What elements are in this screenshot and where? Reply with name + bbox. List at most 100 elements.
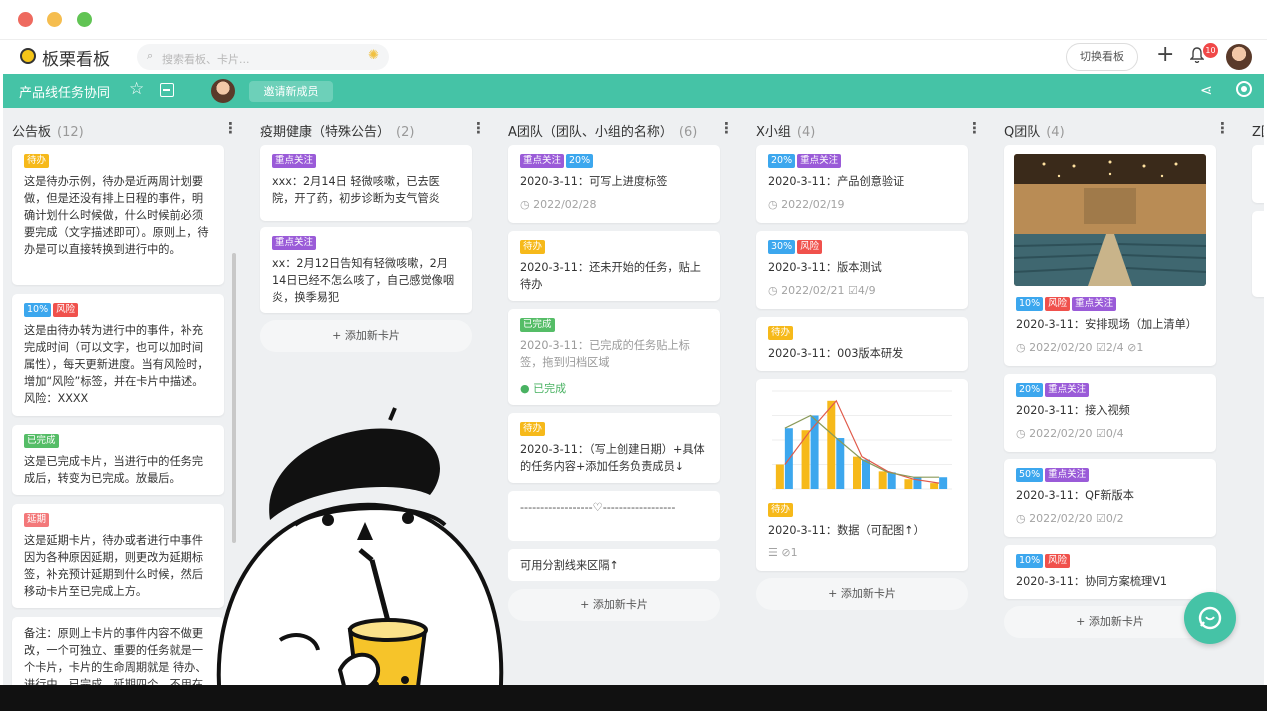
due-date: 2022/02/21 (781, 284, 845, 297)
clock-icon: ◷ (520, 198, 534, 211)
user-avatar[interactable] (1226, 44, 1252, 70)
invite-member-button[interactable]: 邀请新成员 (249, 81, 333, 102)
search-icon: ⌕ (147, 49, 154, 62)
add-card-button[interactable]: + 添加新卡片 (260, 320, 472, 352)
plus-icon[interactable]: + (1156, 42, 1174, 67)
chart-bar (775, 464, 784, 489)
notification-badge: 10 (1203, 43, 1218, 58)
card[interactable] (1252, 211, 1264, 297)
minimize-window-button[interactable] (47, 12, 62, 27)
card[interactable]: 20% 重点关注 2020-3-11：产品创意验证 ◷ 2022/02/19 (756, 145, 968, 223)
card[interactable]: 待办 2020-3-11：数据（可配图↑） ☰ ⊘1 (756, 379, 968, 571)
more-icon[interactable]: ⋮ (223, 119, 238, 137)
search-input[interactable]: ⌕ 搜索看板、卡片... ✺ (137, 44, 389, 70)
column-title[interactable]: X小组 (756, 125, 791, 140)
card-text: 2020-3-11：协同方案梳理V1 (1016, 575, 1167, 588)
clock-icon: ◷ (768, 284, 782, 297)
app-logo-icon (20, 48, 36, 64)
search-placeholder: 搜索看板、卡片... (162, 53, 250, 66)
card-text: 2020-3-11：安排现场（加上清单） (1016, 318, 1197, 331)
card-text: 2020-3-11：数据（可配图↑） (768, 524, 925, 537)
more-icon[interactable]: ⋮ (1215, 119, 1230, 137)
card[interactable]: 10% 风险 这是由待办转为进行中的事件，补充完成时间（可以文字，也可以加时间属性… (12, 294, 224, 416)
card[interactable]: 重点关注 20% 2020-3-11：可写上进度标签 ◷ 2022/02/28 (508, 145, 720, 223)
attachment-count: 1 (790, 546, 798, 559)
board-name[interactable]: 产品线任务协同 (19, 82, 110, 101)
bell-icon[interactable] (1190, 47, 1204, 63)
star-icon[interactable]: ☆ (129, 79, 144, 99)
maximize-window-button[interactable] (77, 12, 92, 27)
switch-board-button[interactable]: 切换看板 (1066, 43, 1138, 71)
due-date: 2022/02/28 (533, 198, 597, 211)
window-titlebar (0, 0, 1267, 40)
card-text: 这是已完成卡片，当进行中的任务完成后，转变为已完成。放最后。 (24, 455, 204, 485)
card[interactable]: 延期 这是延期卡片，待办或者进行中事件因为各种原因延期，则更改为延期标签，补充预… (12, 504, 224, 608)
card-text: xx：2月12日告知有轻微咳嗽，2月14日已经不怎么咳了，自己感觉像咽炎，换季易… (272, 257, 455, 304)
settings-icon[interactable] (1236, 81, 1252, 97)
close-window-button[interactable] (18, 12, 33, 27)
card[interactable]: 已完成 2020-3-11：已完成的任务贴上标签，拖到归档区域 ● 已完成 (508, 309, 720, 405)
add-card-button[interactable]: + 添加新卡片 (508, 589, 720, 621)
column-title[interactable]: Q团队 (1004, 125, 1040, 140)
card-text: 2020-3-11：产品创意验证 (768, 175, 905, 188)
card[interactable]: 10% 风险 重点关注 2020-3-11：安排现场（加上清单） ◷ 2022/02… (1004, 145, 1216, 366)
card[interactable] (1252, 145, 1264, 203)
tag: 重点关注 (1045, 383, 1090, 397)
check-icon: ● (520, 382, 534, 395)
more-icon[interactable]: ⋮ (719, 119, 734, 137)
chart-bar (862, 459, 870, 489)
note-icon[interactable] (160, 83, 174, 97)
share-icon[interactable]: ⋖ (1200, 81, 1213, 99)
app-title[interactable]: 板栗看板 (42, 45, 110, 70)
due-date: 2022/02/19 (781, 198, 845, 211)
card-text: 2020-3-11：（写上创建日期）+具体的任务内容+添加任务负责成员↓ (520, 443, 705, 473)
chat-button[interactable] (1184, 592, 1236, 644)
card-text: 备注：原则上卡片的事件内容不做更改，一个可独立、重要的任务就是一个卡片，卡片的生… (24, 627, 207, 685)
card[interactable]: 待办 这是待办示例，待办是近两周计划要做，但是还没有排上日程的事件，明确计划什么… (12, 145, 224, 285)
column-header: A团队（团队、小组的名称） (6) ⋮ (508, 119, 734, 141)
column-count: (12) (57, 125, 84, 140)
sparkle-icon[interactable]: ✺ (368, 48, 379, 63)
divider-card[interactable]: ------------------♡------------------ (508, 491, 720, 541)
card[interactable]: 已完成 这是已完成卡片，当进行中的任务完成后，转变为已完成。放最后。 (12, 425, 224, 495)
column-title[interactable]: A团队（团队、小组的名称） (508, 125, 673, 140)
auditorium-photo[interactable] (1014, 154, 1206, 286)
card[interactable]: 30% 风险 2020-3-11：版本测试 ◷ 2022/02/21 ☑4/9 (756, 231, 968, 309)
tag: 风险 (53, 303, 79, 317)
tag: 待办 (520, 240, 546, 254)
card-text: 这是待办示例，待办是近两周计划要做，但是还没有排上日程的事件，明确计划什么时候做… (24, 175, 209, 256)
column-title[interactable]: 公告板 (12, 125, 51, 140)
checklist-count: 2/4 (1105, 341, 1124, 354)
column-title[interactable]: 疫期健康（特殊公告） (260, 125, 390, 140)
member-avatar[interactable] (211, 79, 235, 103)
add-card-button[interactable]: + 添加新卡片 (756, 578, 968, 610)
clock-icon: ◷ (1016, 341, 1030, 354)
card[interactable]: 50% 重点关注 2020-3-11：QF新版本 ◷ 2022/02/20 ☑0/… (1004, 459, 1216, 537)
card[interactable]: 待办 2020-3-11：还未开始的任务，贴上待办 (508, 231, 720, 301)
card[interactable]: 重点关注 xxx：2月14日 轻微咳嗽，已去医院，开了药，初步诊断为支气管炎 (260, 145, 472, 221)
chart-bar (801, 430, 810, 489)
column-count: (4) (1046, 125, 1065, 140)
card[interactable]: 重点关注 xx：2月12日告知有轻微咳嗽，2月14日已经不怎么咳了，自己感觉像咽… (260, 227, 472, 313)
checklist-count: 0/2 (1105, 512, 1124, 525)
column-header: Z团 (1252, 121, 1264, 141)
app-window: 板栗看板 ⌕ 搜索看板、卡片... ✺ 切换看板 + 10 产品线任务协同 ☆ … (0, 0, 1267, 711)
card-text: 2020-3-11：版本测试 (768, 261, 882, 274)
bottom-bar (0, 685, 1267, 711)
card[interactable]: 可用分割线来区隔↑ (508, 549, 720, 581)
column-title[interactable]: Z团 (1252, 125, 1264, 140)
tag: 风险 (797, 240, 823, 254)
card[interactable]: 备注：原则上卡片的事件内容不做更改，一个可独立、重要的任务就是一个卡片，卡片的生… (12, 617, 224, 685)
column-team-z: Z团 (1252, 108, 1264, 685)
card[interactable]: 10% 风险 2020-3-11：协同方案梳理V1 (1004, 545, 1216, 599)
card[interactable]: 待办 2020-3-11：003版本研发 (756, 317, 968, 371)
card-text: ------------------♡------------------ (520, 501, 676, 514)
card[interactable]: 待办 2020-3-11：（写上创建日期）+具体的任务内容+添加任务负责成员↓ (508, 413, 720, 483)
column-group-x: X小组 (4) ⋮ 20% 重点关注 2020-3-11：产品创意验证 ◷ 2022/… (756, 108, 982, 685)
more-icon[interactable]: ⋮ (967, 119, 982, 137)
card[interactable]: 20% 重点关注 2020-3-11：接入视频 ◷ 2022/02/20 ☑0/4 (1004, 374, 1216, 452)
more-icon[interactable]: ⋮ (471, 119, 486, 137)
card-text: 可用分割线来区隔↑ (520, 559, 619, 572)
tag: 20% (566, 154, 594, 168)
tag: 风险 (1045, 297, 1071, 311)
